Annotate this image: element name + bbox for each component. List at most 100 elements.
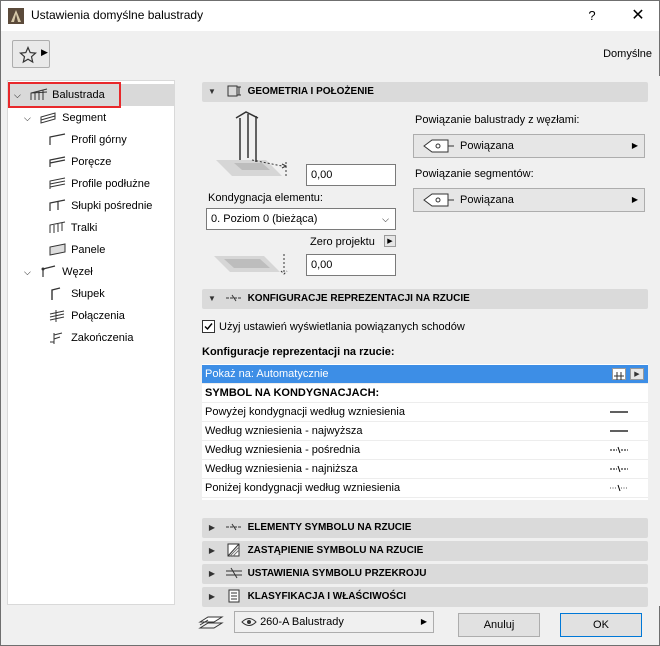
section-label: ZASTĄPIENIE SYMBOLU NA RZUCIE: [247, 545, 424, 556]
classification-icon: [228, 589, 240, 603]
solid-line-icon: [610, 430, 628, 432]
segment-link-dropdown[interactable]: Powiązana ▶: [413, 188, 645, 212]
segment-link-value: Powiązana: [460, 194, 514, 206]
triangle-right-icon: ▶: [208, 546, 216, 555]
tree-label: Węzeł: [62, 266, 93, 278]
symbol-row[interactable]: Poniżej kondygnacji według wzniesienia: [202, 479, 648, 498]
section-geometry-label: GEOMETRIA I POŁOŻENIE: [247, 86, 374, 97]
tree-item-zakonczenia[interactable]: Zakończenia: [48, 328, 133, 348]
tree-item-tralki[interactable]: Tralki: [48, 218, 97, 238]
reference-arrow-button[interactable]: ▶: [384, 235, 396, 247]
geometry-icon: [227, 85, 241, 97]
offset-diagram: [214, 254, 288, 275]
tree-label: Słupek: [71, 288, 105, 300]
triangle-right-icon: ▶: [208, 569, 216, 578]
tree-item-panele[interactable]: Panele: [48, 240, 105, 260]
section-section-symbol[interactable]: ▶ USTAWIENIA SYMBOLU PRZEKROJU: [202, 564, 648, 584]
cancel-button[interactable]: Anuluj: [458, 613, 540, 637]
tree-label: Słupki pośrednie: [71, 200, 153, 212]
story-value: 0. Poziom 0 (bieżąca): [211, 213, 318, 225]
top-rail-icon: [49, 133, 66, 146]
section-symbol-elements[interactable]: ▶ ELEMENTY SYMBOLU NA RZUCIE: [202, 518, 648, 538]
node-link-dropdown[interactable]: Powiązana ▶: [413, 134, 645, 158]
node-link-value: Powiązana: [460, 140, 514, 152]
tree-item-segment[interactable]: ⌵ Segment: [24, 108, 106, 128]
zero-label: Zero projektu: [310, 236, 375, 248]
symbol-row-label: Poniżej kondygnacji według wzniesienia: [205, 482, 401, 494]
use-stair-settings-label: Użyj ustawień wyświetlania powiązanych s…: [219, 321, 465, 333]
chevron-down-icon: ⌵: [14, 90, 21, 100]
floorplan-symbol-icon: [225, 295, 242, 302]
tree-label: Segment: [62, 112, 107, 124]
section-classification[interactable]: ▶ KLASYFIKACJA I WŁAŚCIWOŚCI: [202, 587, 648, 607]
break-line-icon: [610, 465, 628, 473]
symbol-row-label: Według wzniesienia - pośrednia: [205, 444, 361, 456]
break-line-icon: [610, 446, 628, 454]
tree-label: Tralki: [70, 222, 98, 234]
triangle-right-icon: ▶: [631, 195, 638, 204]
ok-button[interactable]: OK: [560, 613, 642, 637]
section-symbol-override[interactable]: ▶ ZASTĄPIENIE SYMBOLU NA RZUCIE: [202, 541, 648, 561]
symbol-header-row: SYMBOL NA KONDYGNACJACH:: [202, 384, 648, 403]
tree-label: Profil górny: [71, 134, 127, 146]
layer-dropdown[interactable]: 260-A Balustrady ▶: [234, 611, 434, 633]
end-icon: [50, 332, 63, 345]
segment-link-label: Powiązanie segmentów:: [415, 168, 534, 180]
tree-item-balustrada[interactable]: ⌵ Balustrada: [14, 85, 105, 105]
connection-icon: [49, 310, 65, 323]
story-label: Kondygnacja elementu:: [208, 192, 323, 204]
tree-item-profile-podluzne[interactable]: Profile podłużne: [48, 174, 150, 194]
handrail-icon: [49, 156, 66, 168]
chevron-down-icon: ⌵: [24, 113, 31, 123]
link-icon: [423, 193, 454, 207]
tree-item-porecze[interactable]: Poręcze: [48, 152, 111, 172]
symbol-row-label: Powyżej kondygnacji według wzniesienia: [205, 406, 405, 418]
tree-item-profil-gorny[interactable]: Profil górny: [48, 130, 127, 150]
baluster-icon: [49, 221, 66, 234]
tree-label: Profile podłużne: [71, 178, 150, 190]
section-label: ELEMENTY SYMBOLU NA RZUCIE: [247, 522, 412, 533]
show-on-value: Pokaż na: Automatycznie: [205, 368, 329, 380]
story-dropdown[interactable]: 0. Poziom 0 (bieżąca) ⌵: [206, 208, 396, 230]
config-label: Konfiguracje reprezentacji na rzucie:: [202, 346, 395, 358]
section-icon: [225, 568, 242, 579]
favorites-button[interactable]: ▶: [12, 40, 50, 68]
offset-input[interactable]: 0,00: [306, 254, 396, 276]
dashed-break-line-icon: [610, 484, 628, 492]
layer-icon: [198, 616, 224, 629]
section-geometry[interactable]: ▼ GEOMETRIA I POŁOŻENIE: [202, 82, 648, 102]
triangle-right-icon: ▶: [208, 523, 216, 532]
symbol-row[interactable]: Według wzniesienia - najniższa: [202, 460, 648, 479]
tree-item-wezel[interactable]: ⌵ Węzeł: [24, 262, 93, 282]
section-floorplan[interactable]: ▼ KONFIGURACJE REPREZENTACJI NA RZUCIE: [202, 289, 648, 309]
app-icon: [8, 8, 24, 24]
tree-label: Poręcze: [71, 156, 112, 168]
show-on-row[interactable]: Pokaż na: Automatycznie ▶: [202, 365, 648, 384]
close-button[interactable]: ✕: [620, 4, 656, 28]
help-button[interactable]: ?: [574, 4, 610, 28]
tree-item-polaczenia[interactable]: Połączenia: [48, 306, 125, 326]
tree-item-slupek[interactable]: Słupek: [48, 284, 105, 304]
railing-icon: [30, 88, 48, 101]
triangle-right-icon[interactable]: ▶: [630, 368, 644, 380]
section-floorplan-label: KONFIGURACJE REPREZENTACJI NA RZUCIE: [247, 293, 470, 304]
symbol-row[interactable]: Według wzniesienia - najwyższa: [202, 422, 648, 441]
grid-icon: [612, 368, 626, 380]
symbol-row[interactable]: Według wzniesienia - pośrednia: [202, 441, 648, 460]
default-label: Domyślne: [603, 48, 652, 60]
triangle-right-icon: ▶: [208, 592, 216, 601]
use-stair-settings-checkbox[interactable]: [202, 320, 215, 333]
node-icon: [41, 265, 56, 278]
solid-line-icon: [610, 411, 628, 413]
symbol-row[interactable]: Powyżej kondygnacji według wzniesienia: [202, 403, 648, 422]
tree-label: Panele: [71, 244, 106, 256]
section-label: KLASYFIKACJA I WŁAŚCIWOŚCI: [247, 591, 407, 602]
post-icon: [51, 287, 61, 301]
symbol-icon: [225, 524, 242, 531]
tree-label: Zakończenia: [71, 332, 134, 344]
symbol-row-label: Według wzniesienia - najwyższa: [205, 425, 363, 437]
inner-post-icon: [49, 199, 66, 212]
tree-item-slupki-posrednie[interactable]: Słupki pośrednie: [48, 196, 152, 216]
triangle-right-icon: ▶: [41, 47, 48, 57]
height-input[interactable]: 0,00: [306, 164, 396, 186]
